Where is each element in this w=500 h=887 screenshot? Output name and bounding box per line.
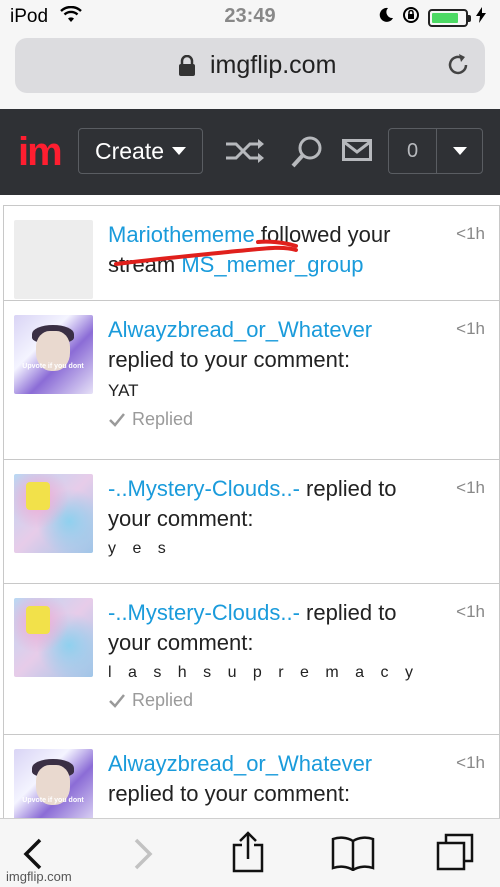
- replied-status: Replied: [108, 409, 499, 430]
- notification-dropdown-button[interactable]: [436, 128, 483, 174]
- rotation-lock-icon: [402, 6, 420, 29]
- avatar[interactable]: Upvote if you dont: [14, 315, 93, 394]
- comment-text: l a s h s u p r e m a c y: [108, 664, 419, 681]
- timestamp: <1h: [456, 602, 485, 621]
- notification-text: Alwayzbread_or_Whatever replied to your …: [108, 735, 441, 809]
- avatar-text: Upvote if you dont: [22, 363, 84, 370]
- notification-text: Alwayzbread_or_Whatever replied to your …: [108, 301, 441, 375]
- check-icon: [109, 412, 125, 427]
- avatar[interactable]: Upvote if you dont: [14, 749, 93, 818]
- timestamp: <1h: [456, 224, 485, 243]
- battery-icon: [428, 8, 471, 27]
- imgflip-logo[interactable]: im: [18, 132, 63, 172]
- notification-item[interactable]: -..Mystery-Clouds..- replied to your com…: [4, 583, 500, 735]
- notification-item[interactable]: -..Mystery-Clouds..- replied to your com…: [4, 459, 500, 584]
- notification-item[interactable]: Upvote if you dont Alwayzbread_or_Whatev…: [4, 734, 500, 818]
- watermark: imgflip.com: [6, 869, 72, 884]
- browser-address-area: imgflip.com: [0, 34, 500, 109]
- avatar[interactable]: [14, 220, 93, 299]
- notification-count[interactable]: 0: [388, 128, 436, 174]
- notification-list: Mariothememe followed your stream MS_mem…: [3, 205, 500, 818]
- timestamp: <1h: [456, 319, 485, 338]
- notification-text: -..Mystery-Clouds..- replied to your com…: [108, 584, 441, 658]
- bookmarks-icon[interactable]: [331, 835, 375, 876]
- create-label: Create: [94, 137, 165, 164]
- notification-text: -..Mystery-Clouds..- replied to your com…: [108, 460, 441, 534]
- url-text: imgflip.com: [210, 51, 337, 79]
- replied-status: Replied: [108, 690, 499, 711]
- status-bar: iPod 23:49: [0, 0, 500, 34]
- avatar[interactable]: [14, 598, 93, 677]
- comment-text: y e s: [108, 540, 172, 557]
- tabs-icon[interactable]: [435, 832, 475, 877]
- avatar[interactable]: [14, 474, 93, 553]
- share-icon[interactable]: [231, 831, 265, 878]
- timestamp: <1h: [456, 478, 485, 497]
- notification-action: replied to your comment:: [108, 781, 351, 806]
- chevron-down-icon: [172, 147, 187, 155]
- create-button[interactable]: Create: [78, 128, 203, 174]
- username-link[interactable]: Alwayzbread_or_Whatever: [108, 317, 372, 342]
- notification-action: replied to your comment:: [108, 347, 351, 372]
- username-link[interactable]: -..Mystery-Clouds..-: [108, 600, 300, 625]
- red-scribble: [114, 239, 298, 266]
- shuffle-icon[interactable]: [224, 137, 266, 170]
- notification-item[interactable]: Upvote if you dont Alwayzbread_or_Whatev…: [4, 300, 500, 460]
- timestamp: <1h: [456, 753, 485, 772]
- username-link[interactable]: Alwayzbread_or_Whatever: [108, 751, 372, 776]
- address-bar[interactable]: imgflip.com: [15, 38, 485, 93]
- moon-icon: [378, 7, 394, 28]
- notification-item[interactable]: Mariothememe followed your stream MS_mem…: [4, 205, 500, 301]
- search-icon[interactable]: [290, 135, 324, 174]
- lock-icon: [178, 54, 196, 82]
- replied-label: Replied: [132, 690, 194, 710]
- forward-icon[interactable]: [132, 837, 154, 876]
- check-icon: [109, 693, 125, 708]
- reload-icon[interactable]: [445, 52, 471, 83]
- browser-toolbar: imgflip.com: [0, 818, 500, 887]
- replied-label: Replied: [132, 409, 194, 429]
- username-link[interactable]: -..Mystery-Clouds..-: [108, 476, 300, 501]
- site-navbar: im Create 0: [0, 109, 500, 195]
- comment-text: YAT: [108, 381, 139, 400]
- chevron-down-icon: [452, 147, 467, 155]
- mail-icon[interactable]: [342, 139, 372, 166]
- charging-icon: [476, 7, 486, 28]
- avatar-text: Upvote if you dont: [22, 797, 84, 804]
